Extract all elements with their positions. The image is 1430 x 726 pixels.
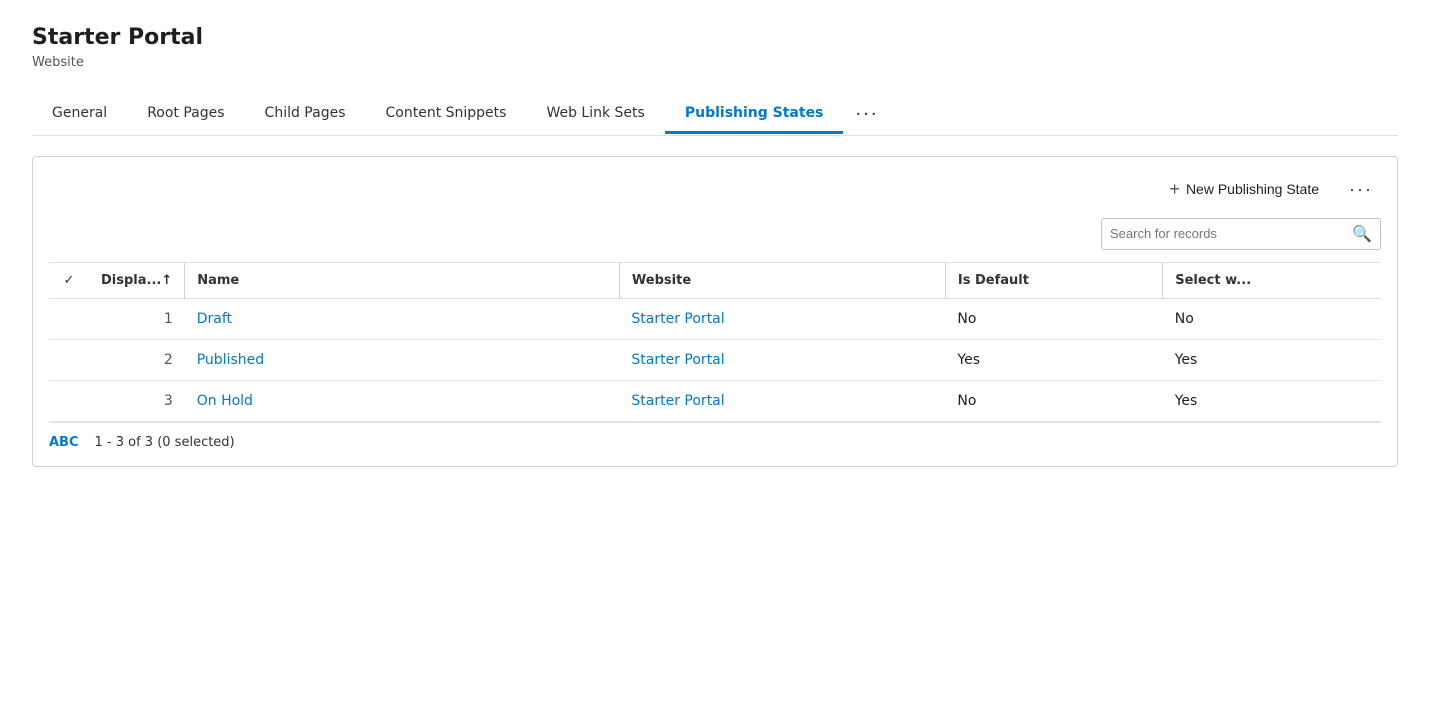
plus-icon: + — [1169, 179, 1180, 200]
col-select-w[interactable]: Select w... — [1163, 263, 1381, 299]
tab-more-button[interactable]: ··· — [843, 94, 890, 135]
publishing-states-panel: + New Publishing State ··· 🔍 ✓ Displa...… — [32, 156, 1398, 467]
table-row: 3 On Hold Starter Portal No Yes — [49, 380, 1381, 421]
row-display-num: 2 — [89, 339, 185, 380]
col-name[interactable]: Name — [185, 263, 620, 299]
tab-root-pages[interactable]: Root Pages — [127, 95, 244, 134]
row-select-w: Yes — [1163, 339, 1381, 380]
row-display-num: 3 — [89, 380, 185, 421]
panel-toolbar: + New Publishing State ··· — [49, 173, 1381, 218]
record-count: 1 - 3 of 3 (0 selected) — [95, 435, 235, 450]
tab-general[interactable]: General — [32, 95, 127, 134]
search-icon: 🔍 — [1352, 226, 1372, 243]
panel-more-button[interactable]: ··· — [1341, 175, 1381, 204]
row-website[interactable]: Starter Portal — [619, 380, 945, 421]
abc-filter[interactable]: ABC — [49, 435, 79, 450]
row-website[interactable]: Starter Portal — [619, 339, 945, 380]
row-is-default: No — [945, 380, 1162, 421]
search-row: 🔍 — [49, 218, 1381, 263]
row-name[interactable]: Published — [185, 339, 620, 380]
row-is-default: Yes — [945, 339, 1162, 380]
col-display[interactable]: Displa...↑ — [89, 263, 185, 299]
col-is-default[interactable]: Is Default — [945, 263, 1162, 299]
col-website[interactable]: Website — [619, 263, 945, 299]
row-check[interactable] — [49, 298, 89, 339]
row-name[interactable]: Draft — [185, 298, 620, 339]
row-check[interactable] — [49, 380, 89, 421]
new-publishing-state-button[interactable]: + New Publishing State — [1159, 173, 1329, 206]
tab-content-snippets[interactable]: Content Snippets — [366, 95, 527, 134]
search-input[interactable] — [1110, 226, 1352, 241]
new-button-label: New Publishing State — [1186, 181, 1319, 197]
row-select-w: No — [1163, 298, 1381, 339]
search-icon-button[interactable]: 🔍 — [1352, 224, 1372, 244]
publishing-states-table: ✓ Displa...↑ Name Website Is Default Sel… — [49, 263, 1381, 422]
tab-child-pages[interactable]: Child Pages — [245, 95, 366, 134]
table-row: 2 Published Starter Portal Yes Yes — [49, 339, 1381, 380]
page-title: Starter Portal Website — [32, 24, 1398, 70]
tab-bar: General Root Pages Child Pages Content S… — [32, 94, 1398, 136]
row-is-default: No — [945, 298, 1162, 339]
tab-publishing-states[interactable]: Publishing States — [665, 95, 844, 134]
row-name[interactable]: On Hold — [185, 380, 620, 421]
row-select-w: Yes — [1163, 380, 1381, 421]
row-display-num: 1 — [89, 298, 185, 339]
table-row: 1 Draft Starter Portal No No — [49, 298, 1381, 339]
row-website[interactable]: Starter Portal — [619, 298, 945, 339]
tab-web-link-sets[interactable]: Web Link Sets — [526, 95, 664, 134]
table-footer: ABC 1 - 3 of 3 (0 selected) — [49, 422, 1381, 450]
row-check[interactable] — [49, 339, 89, 380]
col-check: ✓ — [49, 263, 89, 299]
search-box: 🔍 — [1101, 218, 1381, 250]
